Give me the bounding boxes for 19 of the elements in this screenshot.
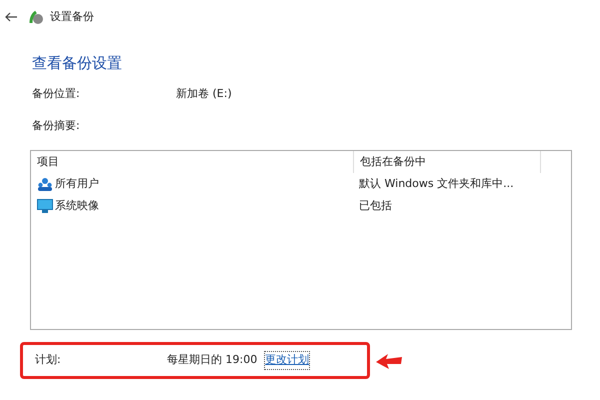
pointer-arrow-icon xyxy=(376,352,402,368)
column-header[interactable]: 包括在备份中 xyxy=(353,151,541,173)
field-value: 每星期日的 19:00 xyxy=(167,352,258,368)
change-schedule-link[interactable]: 更改计划 xyxy=(265,352,310,369)
window-title: 设置备份 xyxy=(50,8,94,25)
field-label: 计划: xyxy=(35,352,62,368)
backup-app-icon xyxy=(28,9,44,25)
field-label: 备份摘要: xyxy=(32,118,80,134)
page-heading: 查看备份设置 xyxy=(32,54,122,72)
column-header[interactable]: 项目 xyxy=(31,154,353,170)
table-cell-text: 默认 Windows 文件夹和库中... xyxy=(358,176,515,192)
field-label: 备份位置: xyxy=(32,86,81,102)
users-icon xyxy=(37,177,53,191)
item-name[interactable]: 系统映像 xyxy=(55,198,99,214)
item-name[interactable]: 所有用户 xyxy=(55,176,99,192)
table-cell-text: 已包括 xyxy=(358,198,393,214)
field-value: 新加卷 (E:) xyxy=(176,86,232,102)
monitor-icon xyxy=(37,199,53,213)
back-arrow-icon[interactable] xyxy=(4,10,18,24)
